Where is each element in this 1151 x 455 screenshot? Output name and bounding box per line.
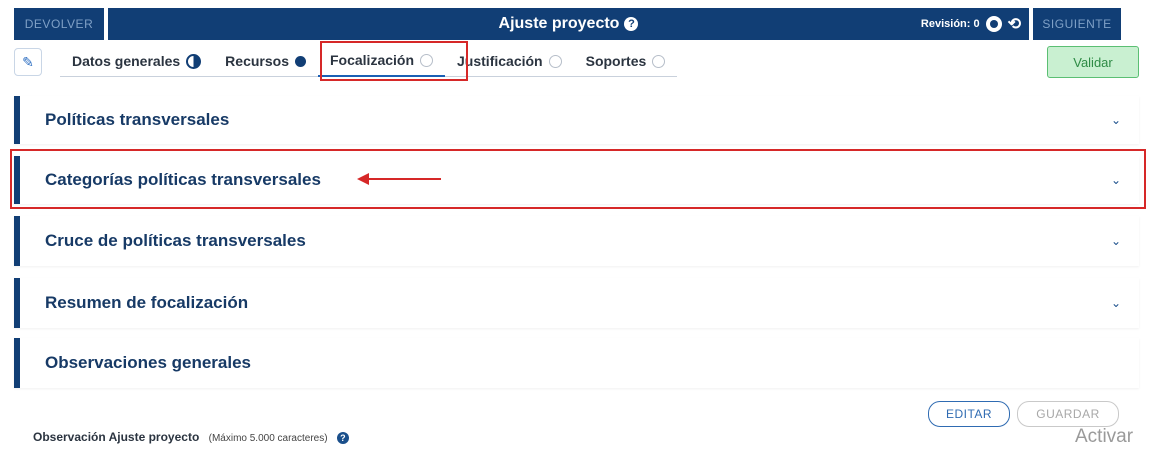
highlight-focalizacion-box: [320, 41, 468, 81]
section-observaciones-generales: Observaciones generales: [14, 338, 1139, 388]
tabs-row: ✎ Datos generales Recursos Focalización …: [14, 46, 1139, 77]
help-icon[interactable]: ?: [624, 17, 639, 31]
observacion-hint: (Máximo 5.000 caracteres): [208, 433, 328, 444]
validar-button[interactable]: Validar: [1047, 46, 1139, 78]
section-resumen-focalizacion[interactable]: Resumen de focalización ⌄: [14, 278, 1139, 328]
tab-label: Datos generales: [72, 53, 181, 69]
tab-label: Soportes: [585, 53, 647, 69]
section-title: Cruce de políticas transversales: [45, 231, 306, 250]
siguiente-button[interactable]: SIGUIENTE: [1033, 8, 1121, 40]
tab-soportes[interactable]: Soportes: [574, 46, 678, 76]
user-status-icon[interactable]: [985, 16, 1002, 32]
pencil-icon: ✎: [22, 53, 34, 70]
help-icon[interactable]: ?: [336, 432, 349, 444]
chevron-down-icon[interactable]: ⌄: [1111, 296, 1121, 310]
progress-empty-icon: [652, 54, 666, 68]
header-center: Ajuste proyecto ? Revisión: 0 ⟲: [108, 8, 1029, 40]
revision-info: Revisión: 0 ⟲: [921, 8, 1021, 40]
chevron-down-icon[interactable]: ⌄: [1111, 113, 1121, 127]
section-title: Resumen de focalización: [45, 293, 249, 312]
activation-watermark: Activar: [1075, 426, 1134, 447]
observacion-label-row: Observación Ajuste proyecto (Máximo 5.00…: [33, 430, 349, 444]
devolver-button[interactable]: DEVOLVER: [14, 8, 104, 40]
tab-recursos[interactable]: Recursos: [213, 46, 318, 76]
guardar-button[interactable]: GUARDAR: [1017, 401, 1119, 427]
section-politicas-transversales[interactable]: Políticas transversales ⌄: [14, 96, 1139, 144]
page-title: Ajuste proyecto: [498, 15, 620, 32]
progress-full-icon: [294, 55, 306, 67]
highlight-categorias-box: [10, 149, 1146, 209]
editar-button[interactable]: EDITAR: [928, 401, 1010, 427]
progress-empty-icon: [548, 54, 562, 68]
tab-label: Recursos: [225, 53, 289, 69]
section-title: Observaciones generales: [45, 353, 252, 372]
chevron-down-icon[interactable]: ⌄: [1111, 234, 1121, 248]
section-title: Políticas transversales: [45, 110, 230, 129]
history-icon[interactable]: ⟲: [1008, 14, 1021, 34]
revision-label: Revisión: 0: [920, 18, 980, 30]
annotation-arrow-icon: [357, 173, 441, 185]
tab-datos-generales[interactable]: Datos generales: [60, 46, 213, 76]
tab-label: Justificación: [457, 53, 543, 69]
top-bar: DEVOLVER Ajuste proyecto ? Revisión: 0 ⟲…: [14, 8, 1121, 40]
edit-pencil-button[interactable]: ✎: [14, 48, 42, 76]
observacion-label: Observación Ajuste proyecto: [33, 430, 200, 444]
progress-half-icon: [186, 53, 202, 69]
section-cruce-politicas[interactable]: Cruce de políticas transversales ⌄: [14, 216, 1139, 266]
